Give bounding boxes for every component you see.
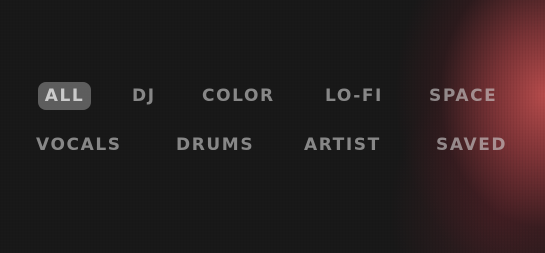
filter-chip-drums[interactable]: DRUMS [168, 131, 262, 159]
filter-chip-space[interactable]: SPACE [421, 82, 505, 110]
filter-chip-lo-fi[interactable]: LO-FI [317, 82, 391, 110]
filter-chip-dj[interactable]: DJ [124, 82, 164, 110]
filter-chip-artist[interactable]: ARTIST [296, 131, 389, 159]
filter-chip-all[interactable]: ALL [38, 82, 91, 110]
genre-filter-bar: ALL DJ COLOR LO-FI SPACE VOCALS DRUMS AR… [0, 0, 545, 253]
filter-chip-saved[interactable]: SAVED [428, 131, 515, 159]
filter-chip-vocals[interactable]: VOCALS [28, 131, 130, 159]
filter-chip-color[interactable]: COLOR [194, 82, 283, 110]
